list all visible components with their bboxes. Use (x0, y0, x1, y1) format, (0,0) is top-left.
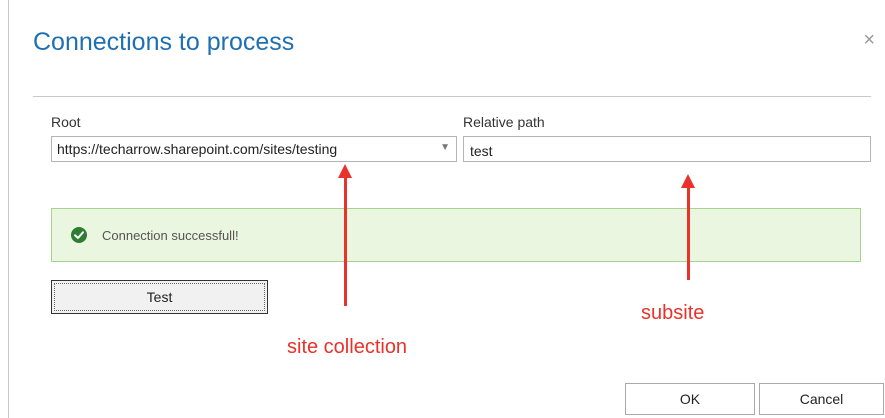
title-divider (33, 96, 871, 97)
root-select[interactable]: https://techarrow.sharepoint.com/sites/t… (51, 136, 457, 162)
focus-outline (54, 283, 265, 311)
annotation-subsite: subsite (641, 302, 705, 324)
annotation-arrow-left (344, 176, 347, 306)
close-icon[interactable]: × (863, 30, 875, 50)
dialog-title: Connections to process (33, 28, 295, 56)
relative-path-label: Relative path (463, 114, 545, 130)
annotation-site-collection: site collection (287, 336, 408, 358)
chevron-down-icon[interactable]: ▼ (440, 142, 450, 153)
success-text: Connection successfull! (102, 228, 239, 243)
relative-path-input[interactable] (463, 136, 871, 162)
dialog: Connections to process × Root https://te… (8, 0, 885, 418)
root-select-value: https://techarrow.sharepoint.com/sites/t… (57, 141, 338, 157)
ok-button[interactable]: OK (625, 383, 755, 415)
test-button[interactable]: Test (51, 280, 268, 314)
cancel-button[interactable]: Cancel (759, 383, 884, 415)
check-circle-icon (71, 227, 87, 243)
success-message: Connection successfull! (51, 208, 861, 262)
annotation-arrow-right (687, 186, 690, 280)
root-label: Root (51, 114, 81, 130)
